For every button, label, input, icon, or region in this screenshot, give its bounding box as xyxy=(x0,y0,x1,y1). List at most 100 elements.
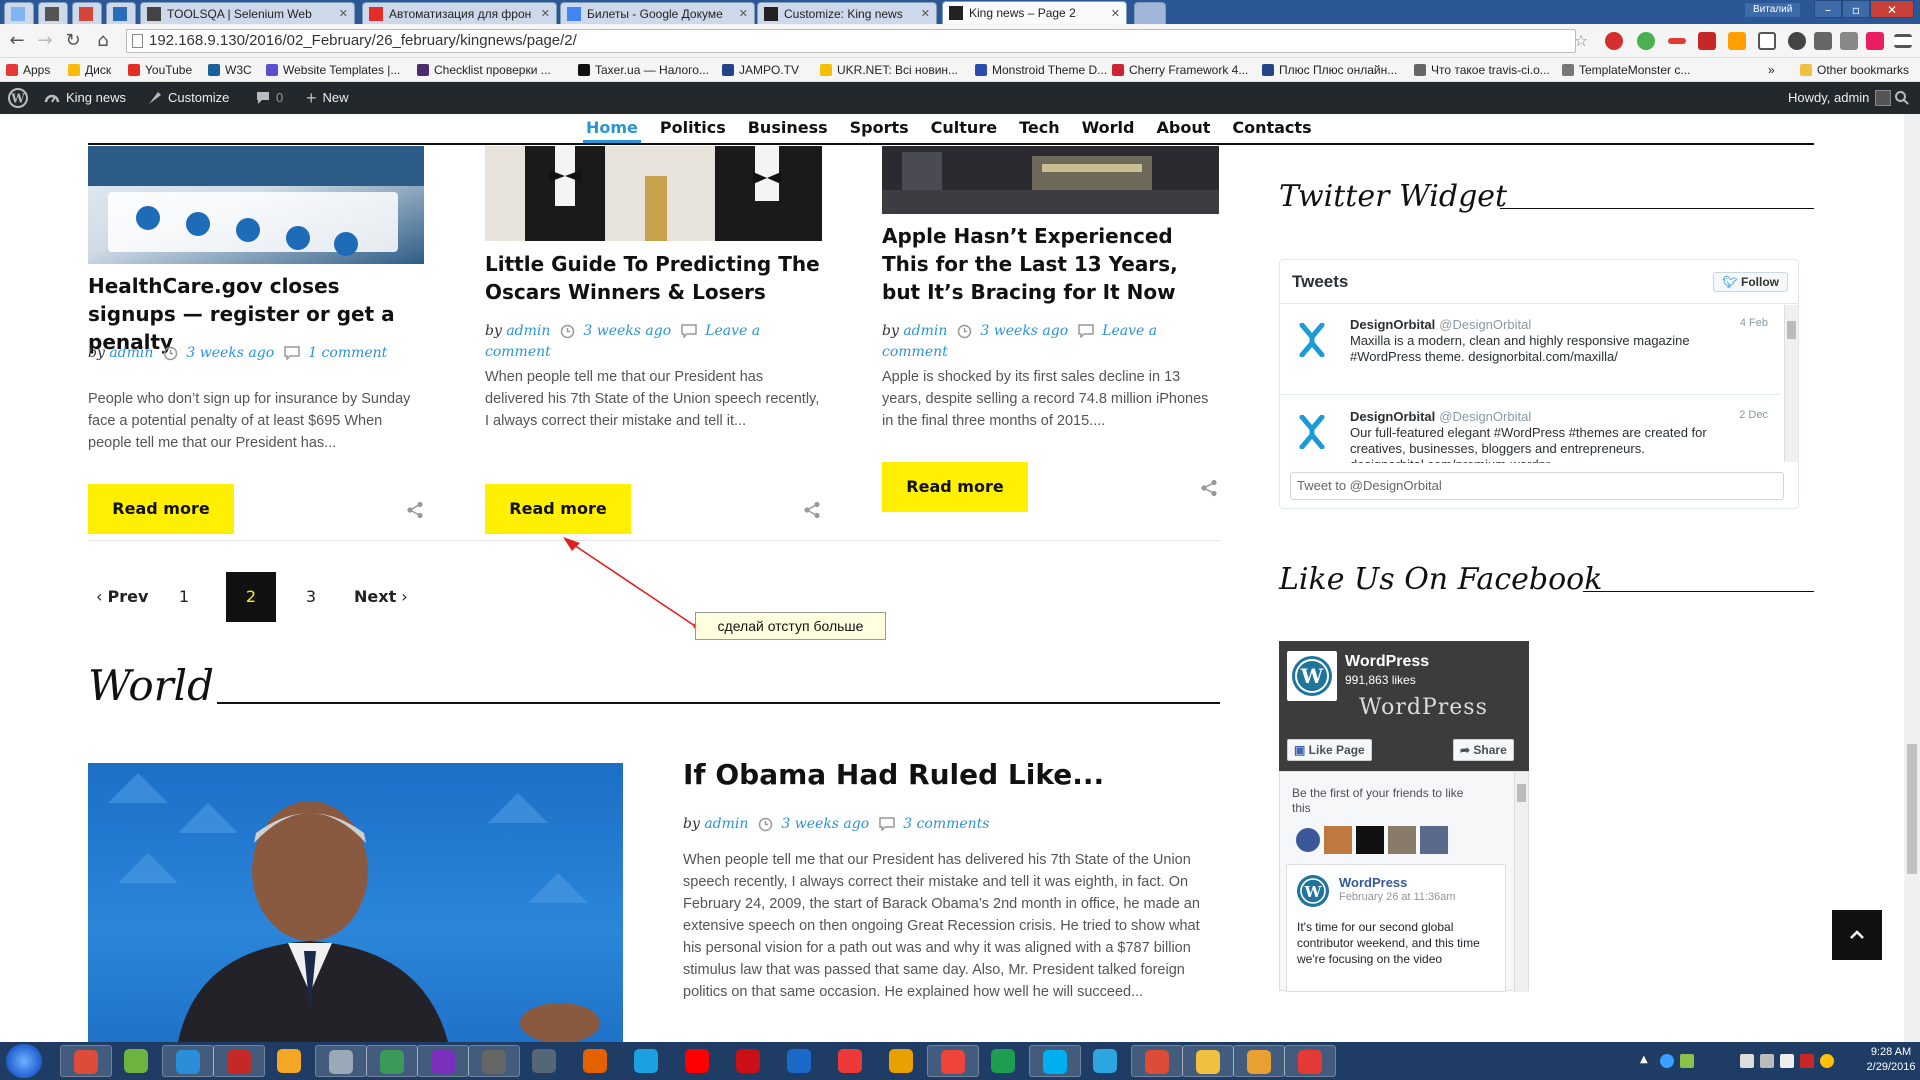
read-more-button[interactable]: Read more xyxy=(485,484,631,534)
read-more-button[interactable]: Read more xyxy=(882,462,1028,512)
bookmark-item[interactable]: Taxer.ua — Налого... xyxy=(578,62,709,78)
translate-extension-icon[interactable] xyxy=(1728,32,1746,50)
customize-link[interactable]: Customize xyxy=(148,82,229,114)
tweet-item[interactable]: DesignOrbital @DesignOrbital 4 Feb Maxill… xyxy=(1280,305,1780,395)
download-extension-icon[interactable] xyxy=(1814,32,1832,50)
howdy-user-menu[interactable]: Howdy, admin xyxy=(1788,82,1897,114)
post-image-oscars[interactable] xyxy=(485,146,822,241)
nav-item-contacts[interactable]: Contacts xyxy=(1221,116,1322,140)
taskbar-chrome-button[interactable] xyxy=(60,1045,112,1077)
close-window-button[interactable]: ✕ xyxy=(1870,0,1914,18)
maximize-button[interactable]: ▫ xyxy=(1842,0,1870,18)
browser-tab[interactable]: Билеты - Google Докуме ✕ xyxy=(560,2,755,24)
post-title[interactable]: Apple Hasn’t Experienced This for the La… xyxy=(882,222,1219,306)
bookmark-item[interactable]: Что такое travis-ci.o... xyxy=(1414,62,1550,78)
gear-icon[interactable] xyxy=(1788,32,1806,50)
taskbar-clock[interactable]: 9:28 AM 2/29/2016 xyxy=(1862,1045,1920,1075)
scrollbar-thumb[interactable] xyxy=(1517,784,1526,802)
taskbar-telegram-button[interactable] xyxy=(1080,1045,1132,1077)
bookmark-item[interactable]: W3C xyxy=(208,62,252,78)
nav-item-culture[interactable]: Culture xyxy=(920,116,1008,140)
green-extension-icon[interactable] xyxy=(1637,32,1655,50)
bookmark-item[interactable]: Apps xyxy=(6,62,50,78)
pagination-next[interactable]: Next › xyxy=(354,572,414,622)
tab-close-icon[interactable]: ✕ xyxy=(1111,7,1120,20)
browser-tab[interactable]: Автоматизация для фрон ✕ xyxy=(362,2,557,24)
tab-close-icon[interactable]: ✕ xyxy=(739,7,748,20)
nav-item-about[interactable]: About xyxy=(1145,116,1221,140)
page-scrollbar[interactable] xyxy=(1904,114,1920,1042)
facebook-post-date[interactable]: February 26 at 11:36am xyxy=(1339,891,1456,903)
facebook-like-page-button[interactable]: ▣ Like Page xyxy=(1287,739,1372,761)
taskbar-sublime-button[interactable] xyxy=(468,1045,520,1077)
taskbar-skype-button[interactable] xyxy=(1029,1045,1081,1077)
nav-item-business[interactable]: Business xyxy=(737,116,839,140)
taskbar-notepad-button[interactable] xyxy=(111,1045,163,1077)
window-extension-icon[interactable] xyxy=(1758,32,1776,50)
world-post-title[interactable]: If Obama Had Ruled Like... xyxy=(683,756,1220,794)
post-title[interactable]: Little Guide To Predicting The Oscars Wi… xyxy=(485,250,822,306)
new-tab-button[interactable] xyxy=(1134,2,1166,24)
forward-arrow-icon[interactable]: → xyxy=(34,30,56,52)
bookmark-item[interactable]: Website Templates |... xyxy=(266,62,400,78)
share-icon[interactable] xyxy=(803,501,821,519)
tray-show-hidden-icon[interactable]: ▲ xyxy=(1640,1054,1654,1068)
bookmark-item[interactable]: JAMPO.TV xyxy=(722,62,799,78)
nav-item-home[interactable]: Home xyxy=(575,116,649,143)
bookmark-item[interactable]: Monstroid Theme D... xyxy=(975,62,1107,78)
other-bookmarks[interactable]: Other bookmarks xyxy=(1800,62,1909,78)
taskbar-calculator-button[interactable] xyxy=(315,1045,367,1077)
browser-tab[interactable] xyxy=(38,2,68,24)
url-input[interactable]: 192.168.9.130/2016/02_February/26_februa… xyxy=(126,29,1576,53)
back-arrow-icon[interactable]: ← xyxy=(6,30,28,52)
taskbar-folder-button[interactable] xyxy=(1182,1045,1234,1077)
tray-app-icon[interactable] xyxy=(1660,1054,1674,1068)
bookmark-star-icon[interactable]: ☆ xyxy=(1570,30,1592,52)
taskbar-firefox-button[interactable] xyxy=(570,1045,622,1077)
tweet-to-input[interactable]: Tweet to @DesignOrbital xyxy=(1290,472,1784,500)
pdf-extension-icon[interactable] xyxy=(1698,32,1716,50)
post-image-obama[interactable] xyxy=(88,763,623,1042)
tray-network-icon[interactable] xyxy=(1760,1054,1774,1068)
date-link[interactable]: 3 weeks ago xyxy=(583,323,671,339)
mail-extension-icon[interactable] xyxy=(1840,32,1858,50)
facebook-page-name[interactable]: WordPress xyxy=(1345,653,1429,671)
date-link[interactable]: 3 weeks ago xyxy=(980,323,1068,339)
share-icon[interactable] xyxy=(406,501,424,519)
search-icon[interactable] xyxy=(1894,82,1910,114)
date-link[interactable]: 3 weeks ago xyxy=(186,345,274,361)
menu-icon[interactable] xyxy=(1894,34,1912,48)
taskbar-grid-app-button[interactable] xyxy=(366,1045,418,1077)
pagination-page[interactable]: 1 xyxy=(176,572,192,622)
minimize-button[interactable]: – xyxy=(1814,0,1842,18)
pagination-prev[interactable]: ‹ Prev xyxy=(96,572,152,622)
browser-tab[interactable] xyxy=(72,2,102,24)
tray-volume-icon[interactable] xyxy=(1780,1054,1794,1068)
comments-link[interactable]: 3 comments xyxy=(903,816,989,832)
taskbar-yandex-button[interactable] xyxy=(672,1045,724,1077)
facebook-scrollbar[interactable] xyxy=(1514,772,1528,992)
author-link[interactable]: admin xyxy=(704,816,748,832)
tab-close-icon[interactable]: ✕ xyxy=(339,7,348,20)
comments-link[interactable]: 0 xyxy=(256,82,283,114)
taskbar-edge-button[interactable] xyxy=(774,1045,826,1077)
browser-tab-active[interactable]: King news – Page 2 ✕ xyxy=(942,1,1127,24)
facebook-post[interactable]: W WordPress February 26 at 11:36am It's … xyxy=(1286,864,1506,992)
bookmark-item[interactable]: Диск xyxy=(68,62,111,78)
nav-item-politics[interactable]: Politics xyxy=(649,116,737,140)
browser-tab[interactable]: Customize: King news ✕ xyxy=(757,2,937,24)
date-link[interactable]: 3 weeks ago xyxy=(781,816,869,832)
tab-close-icon[interactable]: ✕ xyxy=(541,7,550,20)
bookmark-item[interactable]: YouTube xyxy=(128,62,192,78)
read-more-button[interactable]: Read more xyxy=(88,484,234,534)
colors-extension-icon[interactable] xyxy=(1866,32,1884,50)
tab-close-icon[interactable]: ✕ xyxy=(921,7,930,20)
tray-app-icon[interactable] xyxy=(1820,1054,1834,1068)
site-name-link[interactable]: King news xyxy=(44,82,126,114)
new-content-link[interactable]: + New xyxy=(306,82,349,114)
bookmark-item[interactable]: Плюс Плюс онлайн... xyxy=(1262,62,1397,78)
author-link[interactable]: admin xyxy=(506,323,550,339)
taskbar-s-app-button[interactable] xyxy=(162,1045,214,1077)
taskbar-anydesk-button[interactable] xyxy=(927,1045,979,1077)
tweet-item[interactable]: DesignOrbital @DesignOrbital 2 Dec Our fu… xyxy=(1280,397,1780,463)
